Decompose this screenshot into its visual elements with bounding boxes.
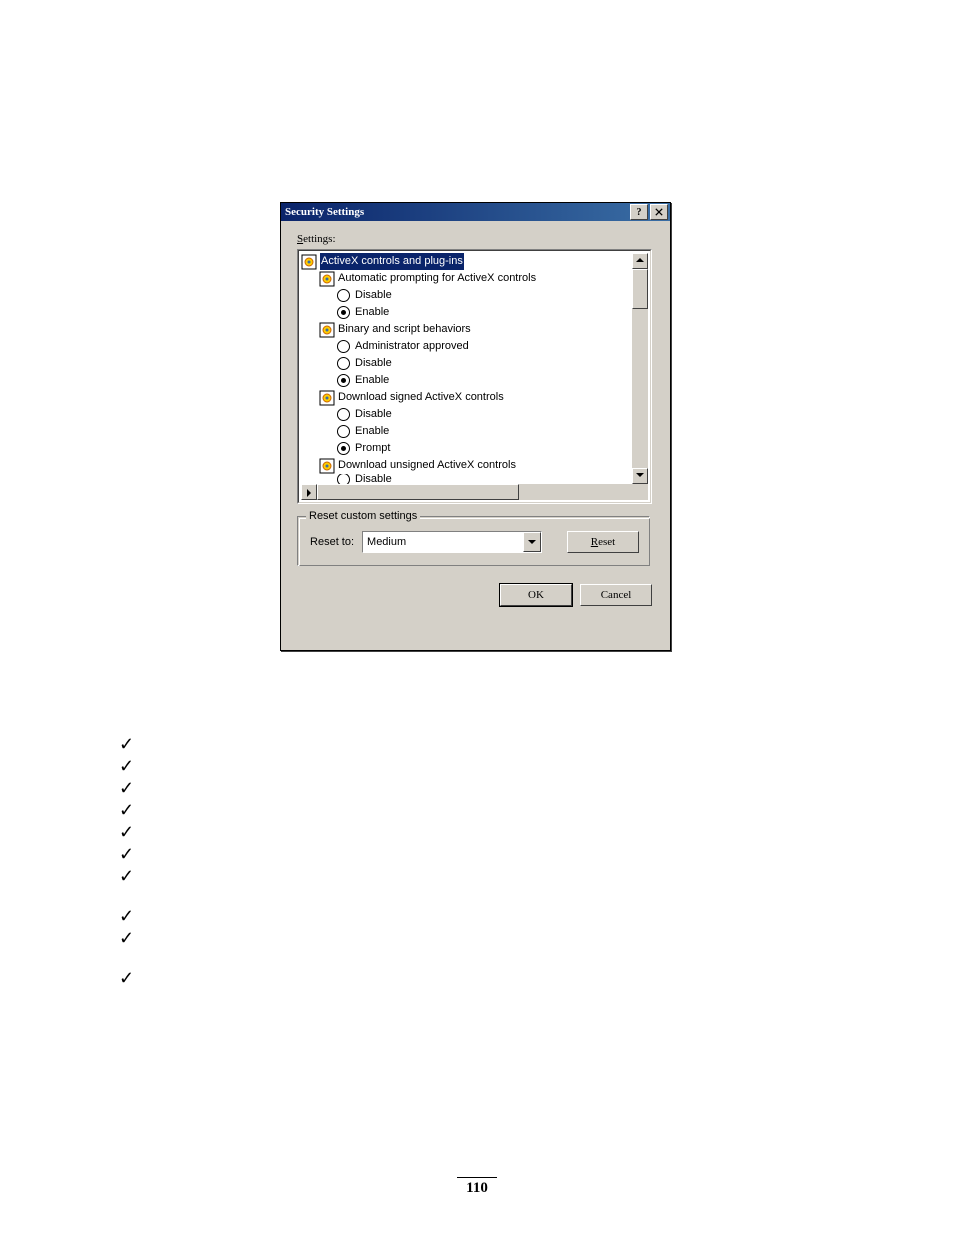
page-number: 110 xyxy=(0,1177,954,1197)
tree-option[interactable]: Enable xyxy=(337,304,648,321)
item-icon xyxy=(319,390,335,406)
radio-icon xyxy=(337,357,350,370)
tree-category-label: ActiveX controls and plug-ins xyxy=(320,253,464,270)
settings-label: Settings: xyxy=(297,233,654,245)
tree-option[interactable]: Enable xyxy=(337,423,648,440)
titlebar-title: Security Settings xyxy=(285,206,628,218)
option-label: Disable xyxy=(355,406,392,423)
security-settings-dialog: Security Settings ? Settings: ActiveX co… xyxy=(280,202,671,651)
tree-item-label: Download signed ActiveX controls xyxy=(338,389,504,406)
tree-item[interactable]: Binary and script behaviors xyxy=(319,321,648,338)
chevron-down-icon xyxy=(636,473,644,477)
check-icon: ✓ xyxy=(119,843,149,865)
option-label: Enable xyxy=(355,372,389,389)
help-button[interactable]: ? xyxy=(630,204,648,220)
radio-icon xyxy=(337,374,350,387)
close-button[interactable] xyxy=(650,204,668,220)
item-icon xyxy=(319,322,335,338)
option-label: Enable xyxy=(355,423,389,440)
titlebar[interactable]: Security Settings ? xyxy=(281,203,670,221)
chevron-down-icon xyxy=(528,540,536,544)
radio-icon xyxy=(337,340,350,353)
chevron-up-icon xyxy=(636,258,644,262)
check-icon: ✓ xyxy=(119,821,149,843)
check-icon: ✓ xyxy=(119,967,149,989)
option-label: Prompt xyxy=(355,440,390,457)
check-icon: ✓ xyxy=(119,777,149,799)
tree-item-label: Binary and script behaviors xyxy=(338,321,471,338)
radio-icon xyxy=(337,425,350,438)
tree-option[interactable]: Disable xyxy=(337,355,648,372)
tree-item[interactable]: Automatic prompting for ActiveX controls xyxy=(319,270,648,287)
radio-icon xyxy=(337,442,350,455)
reset-custom-settings-group: Reset custom settings Reset to: Medium R… xyxy=(297,516,650,566)
tree-option[interactable]: Prompt xyxy=(337,440,648,457)
tree-option[interactable]: Disable xyxy=(337,406,648,423)
check-icon: ✓ xyxy=(119,927,149,949)
tree-item[interactable]: Download signed ActiveX controls xyxy=(319,389,648,406)
chevron-right-icon xyxy=(307,489,311,497)
reset-to-combo[interactable]: Medium xyxy=(362,531,542,553)
tree-option[interactable]: Disable xyxy=(337,474,648,484)
check-icon: ✓ xyxy=(119,865,149,887)
combo-value: Medium xyxy=(363,536,523,548)
tree-item-label: Download unsigned ActiveX controls xyxy=(338,457,516,474)
option-label: Disable xyxy=(355,287,392,304)
dialog-body: Settings: ActiveX controls and plug-ins … xyxy=(281,221,670,618)
item-icon xyxy=(319,458,335,474)
scroll-thumb[interactable] xyxy=(632,269,648,309)
option-label: Enable xyxy=(355,304,389,321)
tree-item[interactable]: Download unsigned ActiveX controls xyxy=(319,457,648,474)
item-icon xyxy=(319,271,335,287)
check-icon: ✓ xyxy=(119,905,149,927)
reset-button[interactable]: Reset xyxy=(567,531,639,553)
ok-button[interactable]: OK xyxy=(500,584,572,606)
radio-icon xyxy=(337,306,350,319)
reset-to-label: Reset to: xyxy=(310,536,354,548)
check-icon: ✓ xyxy=(119,755,149,777)
tree-option[interactable]: Enable xyxy=(337,372,648,389)
check-icon: ✓ xyxy=(119,733,149,755)
vertical-scrollbar[interactable] xyxy=(632,253,648,484)
close-icon xyxy=(655,208,663,216)
checkmark-list: ✓ ✓ ✓ ✓ ✓ ✓ ✓ ✓ ✓ ✓ xyxy=(119,733,149,989)
radio-icon xyxy=(337,408,350,421)
settings-tree[interactable]: ActiveX controls and plug-ins Automatic … xyxy=(297,249,652,504)
option-label: Administrator approved xyxy=(355,338,469,355)
radio-icon xyxy=(337,289,350,302)
radio-icon xyxy=(337,474,350,484)
scroll-thumb[interactable] xyxy=(317,484,519,500)
scroll-up-button[interactable] xyxy=(632,253,648,269)
combo-drop-button[interactable] xyxy=(523,532,541,552)
tree-item-label: Automatic prompting for ActiveX controls xyxy=(338,270,536,287)
option-label: Disable xyxy=(355,474,392,484)
category-icon xyxy=(301,254,317,270)
dialog-button-row: OK Cancel xyxy=(297,584,654,606)
scroll-right-button[interactable] xyxy=(301,484,317,500)
cancel-button[interactable]: Cancel xyxy=(580,584,652,606)
group-title: Reset custom settings xyxy=(306,510,420,522)
tree-option[interactable]: Administrator approved xyxy=(337,338,648,355)
check-icon: ✓ xyxy=(119,799,149,821)
scroll-down-button[interactable] xyxy=(632,468,648,484)
tree-category-activex[interactable]: ActiveX controls and plug-ins xyxy=(301,253,648,270)
option-label: Disable xyxy=(355,355,392,372)
tree-option[interactable]: Disable xyxy=(337,287,648,304)
horizontal-scrollbar[interactable] xyxy=(301,484,648,500)
